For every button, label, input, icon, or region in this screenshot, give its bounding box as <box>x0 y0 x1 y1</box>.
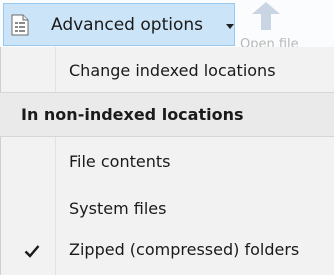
menu-item-label: Change indexed locations <box>69 61 276 80</box>
advanced-options-button[interactable]: Advanced options <box>3 3 235 46</box>
section-header-label: In non-indexed locations <box>21 105 244 124</box>
menu-item-label: File contents <box>69 152 171 171</box>
advanced-options-label: Advanced options <box>51 15 203 35</box>
open-file-icon[interactable] <box>248 2 284 32</box>
checkmark-icon <box>24 245 40 258</box>
chevron-down-icon <box>226 24 234 29</box>
menu-item-label: System files <box>69 199 167 218</box>
menu-gutter-separator <box>55 47 56 275</box>
menu-left-border <box>0 47 1 275</box>
menu-section-header: In non-indexed locations <box>0 92 334 137</box>
document-list-icon <box>11 14 29 36</box>
ribbon-toolbar: Advanced options Open file <box>0 0 334 48</box>
menu-item-label: Zipped (compressed) folders <box>69 240 300 259</box>
